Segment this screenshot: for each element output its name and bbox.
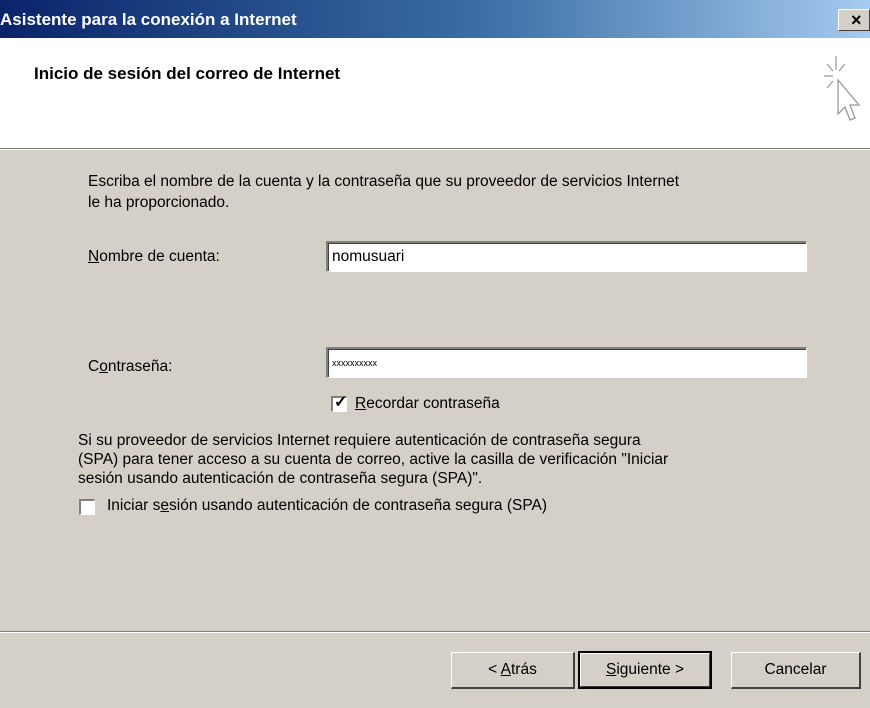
spa-checkbox-label[interactable]: Iniciar sesión usando autenticación de c…: [107, 497, 547, 515]
spa-info-line2: (SPA) para tener acceso a su cuenta de c…: [78, 451, 669, 468]
account-name-field[interactable]: [326, 241, 807, 272]
header-divider: [0, 149, 870, 150]
window-title: Asistente para la conexión a Internet: [0, 10, 297, 29]
back-label-rest: trás: [511, 661, 537, 678]
password-label: Contraseña:: [88, 358, 173, 375]
close-button[interactable]: ×: [838, 9, 870, 31]
footer-divider-highlight: [0, 632, 870, 633]
cancel-button[interactable]: Cancelar: [731, 652, 861, 689]
intro-text-line1: Escriba el nombre de la cuenta y la cont…: [88, 173, 680, 190]
close-icon: ×: [851, 10, 862, 30]
intro-text-line2: le ha proporcionado.: [88, 194, 230, 211]
next-button[interactable]: Siguiente >: [578, 651, 712, 689]
next-button-label: Siguiente >: [606, 661, 684, 678]
account-name-input[interactable]: [328, 243, 806, 271]
password-input[interactable]: [328, 349, 806, 377]
remember-password-checkbox[interactable]: ✓: [331, 394, 348, 412]
spa-checkbox[interactable]: [79, 499, 95, 515]
wizard-window: Asistente para la conexión a Internet × …: [0, 0, 870, 708]
back-label-key: A: [500, 661, 511, 678]
spa-info-line1: Si su proveedor de servicios Internet re…: [78, 432, 641, 449]
remember-password-label[interactable]: Recordar contraseña: [355, 395, 500, 413]
page-title: Inicio de sesión del correo de Internet: [34, 64, 341, 83]
wizard-cursor-sparkle-icon: [824, 56, 861, 121]
account-name-label: Nombre de cuenta:: [88, 248, 220, 265]
spa-info-line3: sesión usando autenticación de contraseñ…: [78, 470, 483, 487]
title-bar[interactable]: Asistente para la conexión a Internet ×: [0, 0, 870, 38]
checkmark-icon: ✓: [334, 394, 348, 411]
back-label-prefix: <: [488, 661, 501, 678]
password-field[interactable]: [326, 347, 807, 378]
wizard-header: Inicio de sesión del correo de Internet: [0, 38, 870, 149]
back-button[interactable]: < Atrás: [451, 652, 575, 689]
